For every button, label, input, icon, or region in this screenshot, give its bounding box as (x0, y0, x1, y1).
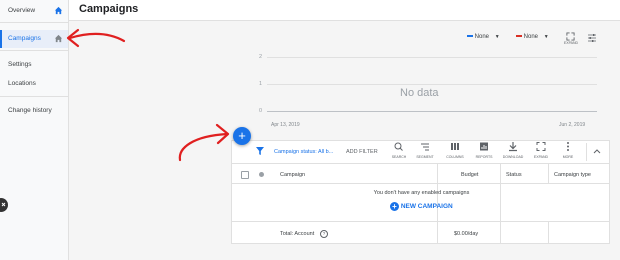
new-campaign-label: NEW CAMPAIGN (400, 203, 453, 211)
metric-selector-2-label: None (523, 34, 539, 40)
metric-selector-1[interactable]: None ▼ (467, 34, 500, 40)
column-header-campaign-type[interactable]: Campaign type (554, 172, 591, 178)
segment-button[interactable]: SEGMENT (414, 141, 434, 159)
expand-label: EXPAND (563, 41, 579, 45)
home-icon (54, 6, 63, 15)
download-button[interactable]: DOWNLOAD (502, 141, 524, 159)
metric-color-swatch (516, 35, 522, 38)
column-header-status[interactable]: Status (506, 172, 522, 178)
column-divider (548, 221, 549, 244)
sidebar-item-label: Settings (8, 61, 32, 68)
chevron-up-icon[interactable] (593, 148, 601, 154)
metric-selector-2[interactable]: None ▼ (516, 34, 549, 40)
sidebar-item-label: Change history (8, 107, 52, 114)
search-button[interactable]: SEARCH (388, 141, 408, 159)
add-filter-button[interactable]: ADD FILTER (346, 149, 378, 155)
no-data-message: No data (400, 87, 439, 99)
chevron-down-icon: ▼ (543, 34, 549, 40)
divider (232, 183, 609, 184)
toolbar-caption: EXPAND (533, 155, 549, 159)
y-tick: 2 (259, 54, 263, 60)
sidebar-divider (0, 96, 68, 97)
sidebar-item-settings[interactable]: Settings (0, 56, 68, 74)
gridline (267, 57, 597, 58)
annotation-arrow (66, 28, 126, 48)
divider (232, 221, 609, 222)
toolbar-caption: DOWNLOAD (502, 155, 524, 159)
more-button[interactable]: MORE (557, 141, 577, 159)
x-axis (267, 111, 597, 112)
campaigns-table: Campaign status: All b... ADD FILTER SEA… (231, 140, 610, 244)
gridline (267, 84, 597, 85)
x-axis-end-date: Jun 2, 2019 (559, 122, 586, 128)
collapse-handle[interactable] (0, 198, 8, 212)
metric-color-swatch (467, 35, 473, 38)
filter-icon[interactable] (256, 147, 264, 155)
toolbar-caption: COLUMNS (446, 155, 464, 159)
total-account-label: Total: Account (280, 231, 315, 237)
close-icon (1, 202, 6, 207)
segment-icon (421, 143, 429, 151)
column-header-budget[interactable]: Budget (461, 172, 478, 178)
select-all-checkbox[interactable] (241, 171, 249, 179)
sidebar-item-label: Overview (8, 7, 36, 14)
y-tick: 1 (259, 81, 263, 87)
download-icon (509, 142, 517, 152)
fullscreen-icon (566, 32, 575, 41)
plus-icon: + (238, 128, 246, 143)
tune-icon[interactable] (587, 33, 597, 43)
more-vert-icon (567, 142, 569, 151)
x-axis-start-date: Apr 13, 2019 (271, 122, 300, 128)
search-icon (394, 142, 403, 151)
toolbar-divider (586, 143, 587, 161)
empty-state-message: You don't have any enabled campaigns (373, 190, 470, 196)
toolbar-caption: SEARCH (391, 155, 407, 159)
divider (232, 163, 609, 164)
columns-button[interactable]: COLUMNS (444, 141, 464, 159)
column-divider (548, 164, 549, 183)
header: Campaigns (69, 0, 620, 21)
page-title: Campaigns (79, 3, 139, 15)
sidebar-item-label: Campaigns (8, 35, 41, 42)
add-campaign-fab[interactable]: + (233, 127, 251, 145)
column-divider (500, 164, 501, 244)
sidebar-item-locations[interactable]: Locations (0, 75, 68, 93)
annotation-arrow (178, 123, 230, 162)
campaign-status-filter[interactable]: Campaign status: All b... (274, 149, 333, 155)
help-icon[interactable]: ? (320, 230, 328, 238)
y-tick: 0 (259, 108, 263, 114)
sidebar-item-change-history[interactable]: Change history (0, 102, 68, 120)
new-campaign-button[interactable]: + NEW CAMPAIGN (390, 202, 453, 211)
reports-button[interactable]: REPORTS (473, 141, 493, 159)
toolbar-caption: MORE (562, 155, 574, 159)
toolbar-caption: REPORTS (475, 155, 493, 159)
toolbar-caption: SEGMENT (416, 155, 434, 159)
metric-selector-1-label: None (474, 34, 490, 40)
sidebar-divider (0, 22, 68, 23)
chevron-down-icon: ▼ (494, 34, 500, 40)
total-budget: $0.00/day (454, 231, 479, 237)
sidebar-item-label: Locations (8, 80, 36, 87)
expand-table-button[interactable]: EXPAND (530, 141, 550, 159)
expand-chart-button[interactable]: EXPAND (563, 32, 579, 45)
sidebar-item-overview[interactable]: Overview (0, 2, 68, 20)
fullscreen-icon (536, 142, 546, 151)
columns-icon (451, 143, 459, 150)
reports-icon (480, 142, 488, 151)
status-dot-icon (259, 172, 264, 177)
column-header-campaign[interactable]: Campaign (280, 172, 305, 178)
add-icon: + (390, 202, 399, 211)
